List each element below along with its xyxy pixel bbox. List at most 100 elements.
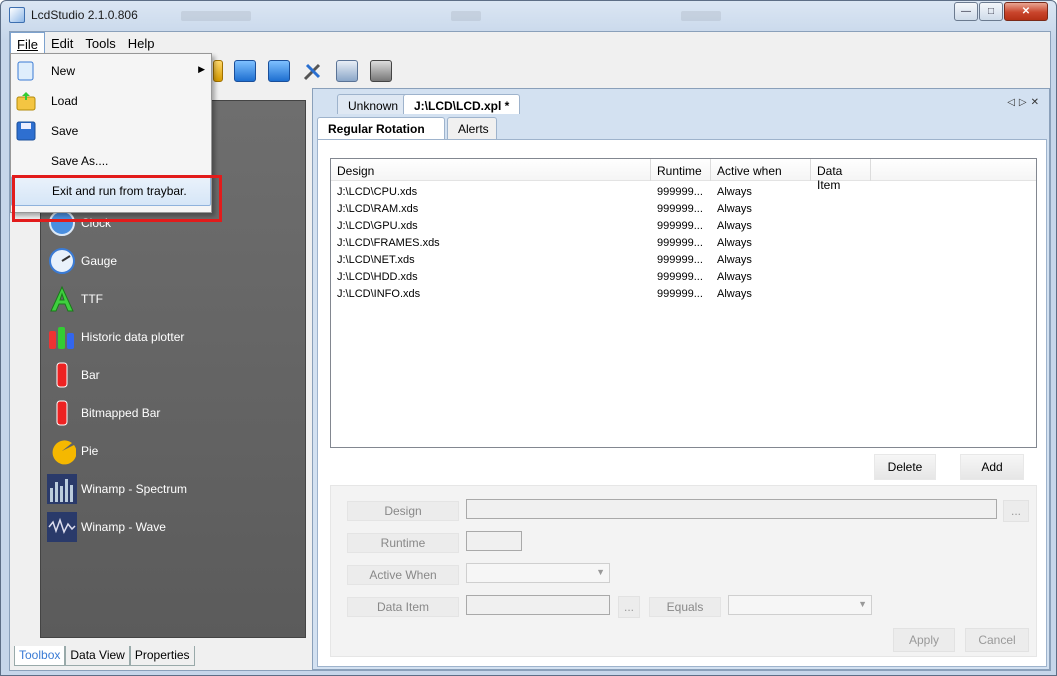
runtime-field[interactable] [466,531,522,551]
table-cell: 999999... [657,186,703,198]
close-icon: ✕ [1021,6,1031,17]
table-row[interactable]: J:\LCD\INFO.xds 999999... Always [331,286,1036,303]
tools-icon[interactable] [302,60,324,82]
add-button[interactable]: Add [960,454,1024,480]
plotter-icon [47,322,77,352]
table-cell: J:\LCD\HDD.xds [337,271,418,283]
toolbox-item-label: Historic data plotter [81,330,185,344]
table-row[interactable]: J:\LCD\RAM.xds 999999... Always [331,201,1036,218]
table-cell: Always [717,254,752,266]
menu-edit[interactable]: Edit [45,32,79,54]
design-label: Design [347,501,459,521]
tab-toolbox[interactable]: Toolbox [14,646,66,666]
toolbox-item-ttf[interactable]: TTF [47,281,103,317]
minimize-button[interactable]: — [954,2,978,21]
doc-tab-unknown[interactable]: Unknown [337,94,410,114]
toolbar-blue-icon-2[interactable] [268,60,290,82]
col-runtime[interactable]: Runtime [651,159,711,181]
app-icon [9,7,25,23]
main-window: LcdStudio 2.1.0.806 — □ ✕ File Edit Tool… [0,0,1057,676]
menu-tools[interactable]: Tools [79,32,121,54]
table-cell: 999999... [657,220,703,232]
tab-regular-rotation[interactable]: Regular Rotation [317,117,445,141]
design-list[interactable]: Design Runtime Active when Data Item J:\… [330,158,1037,448]
delete-button[interactable]: Delete [874,454,936,480]
active-when-select[interactable]: ▼ [466,563,610,583]
tab-properties[interactable]: Properties [129,646,195,666]
chevron-right-icon[interactable]: ▷ [1019,97,1031,108]
cancel-button[interactable]: Cancel [965,628,1029,652]
apply-button[interactable]: Apply [893,628,955,652]
table-cell: 999999... [657,237,703,249]
active-when-label: Active When [347,565,459,585]
table-cell: Always [717,220,752,232]
document-tabs: Unknown J:\LCD\LCD.xpl * ◁▷✕ [313,91,1049,114]
ttf-font-icon [47,284,77,314]
toolbox-item-gauge[interactable]: Gauge [47,243,117,279]
dropdown-arrow-icon: ▼ [596,567,605,577]
tab-data-view[interactable]: Data View [65,646,130,666]
title-bar[interactable]: LcdStudio 2.1.0.806 — □ ✕ [1,1,1056,29]
menu-item-load[interactable]: Load [11,86,211,116]
dropdown-arrow-icon: ▼ [858,599,867,609]
toolbox-item-historic-data-plotter[interactable]: Historic data plotter [47,319,184,355]
tab-nav-arrows[interactable]: ◁▷✕ [1007,97,1043,108]
window-title: LcdStudio 2.1.0.806 [31,8,138,22]
save-disk-icon [15,120,39,142]
maximize-icon: □ [987,6,995,17]
equals-select[interactable]: ▼ [728,595,872,615]
tab-alerts[interactable]: Alerts [447,117,497,139]
table-cell: J:\LCD\NET.xds [337,254,415,266]
menu-help[interactable]: Help [122,32,161,54]
close-window-button[interactable]: ✕ [1004,2,1048,21]
table-row[interactable]: J:\LCD\HDD.xds 999999... Always [331,269,1036,286]
browse-design-button[interactable]: ... [1003,500,1029,522]
table-row[interactable]: J:\LCD\CPU.xds 999999... Always [331,184,1036,201]
toolbox-item-label: Bar [81,368,100,382]
toolbox-item-label: Winamp - Spectrum [81,482,188,496]
table-cell: 999999... [657,288,703,300]
toolbox-item-label: Pie [81,444,99,458]
chevron-left-icon[interactable]: ◁ [1007,97,1019,108]
data-item-field[interactable] [466,595,610,615]
table-row[interactable]: J:\LCD\NET.xds 999999... Always [331,252,1036,269]
camera-icon[interactable] [370,60,392,82]
design-field[interactable] [466,499,997,519]
menu-item-save-as[interactable]: Save As.... [11,146,211,176]
col-active-when[interactable]: Active when [711,159,811,181]
toolbox-item-bitmapped-bar[interactable]: Bitmapped Bar [47,395,160,431]
highlight-annotation-box [12,175,222,222]
toolbox-item-winamp-spectrum[interactable]: Winamp - Spectrum [47,471,187,507]
toolbar-blue-icon-1[interactable] [234,60,256,82]
table-cell: Always [717,288,752,300]
toolbar-partial-icon[interactable] [213,60,223,82]
table-cell: 999999... [657,271,703,283]
bitmapped-bar-icon [47,398,77,428]
table-row[interactable]: J:\LCD\GPU.xds 999999... Always [331,218,1036,235]
design-edit-form: Design ... Runtime Active When ▼ Data It… [330,485,1037,657]
maximize-button[interactable]: □ [979,2,1003,21]
table-row[interactable]: J:\LCD\FRAMES.xds 999999... Always [331,235,1036,252]
table-cell: Always [717,237,752,249]
monitor-icon[interactable] [336,60,358,82]
runtime-label: Runtime [347,533,459,553]
menu-item-new[interactable]: New ▶ [11,56,211,86]
table-cell: J:\LCD\RAM.xds [337,203,419,215]
col-data-item[interactable]: Data Item [811,159,871,192]
close-icon[interactable]: ✕ [1031,97,1043,108]
toolbox-item-bar[interactable]: Bar [47,357,100,393]
doc-tab-lcd-xpl[interactable]: J:\LCD\LCD.xpl * [403,94,521,114]
menu-file[interactable]: File [10,32,45,54]
gauge-icon [47,246,77,276]
table-cell: Always [717,203,752,215]
col-design[interactable]: Design [331,159,651,181]
data-item-label: Data Item [347,597,459,617]
table-cell: J:\LCD\INFO.xds [337,288,421,300]
menu-item-save[interactable]: Save [11,116,211,146]
background-window-ghost [451,11,481,21]
left-panel-tabs: Toolbox Data View Properties [14,646,195,666]
toolbox-item-winamp-wave[interactable]: Winamp - Wave [47,509,166,545]
browse-data-item-button[interactable]: ... [618,596,640,618]
list-header: Design Runtime Active when Data Item [331,159,1036,192]
toolbox-item-pie[interactable]: Pie [47,433,98,469]
